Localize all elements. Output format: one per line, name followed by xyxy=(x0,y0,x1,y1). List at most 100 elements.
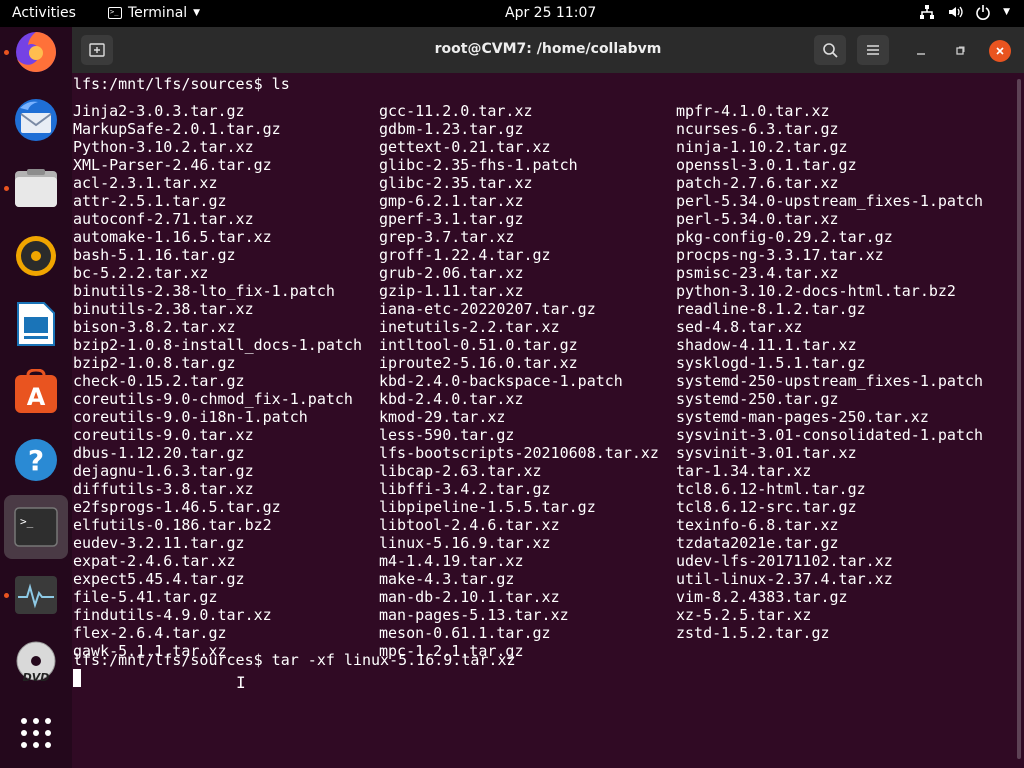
system-tray[interactable]: ▼ xyxy=(919,4,1010,20)
file-entry: file-5.41.tar.gz xyxy=(73,588,218,606)
file-entry: dbus-1.12.20.tar.gz xyxy=(73,444,245,462)
file-entry: libcap-2.63.tar.xz xyxy=(379,462,542,480)
file-entry: kmod-29.tar.xz xyxy=(379,408,506,426)
file-entry: m4-1.4.19.tar.xz xyxy=(379,552,524,570)
file-entry: acl-2.3.1.tar.xz xyxy=(73,174,218,192)
file-entry: dejagnu-1.6.3.tar.gz xyxy=(73,462,254,480)
file-entry: gmp-6.2.1.tar.xz xyxy=(379,192,524,210)
file-entry: gzip-1.11.tar.xz xyxy=(379,282,524,300)
file-entry: tcl8.6.12-src.tar.gz xyxy=(676,498,857,516)
file-entry: meson-0.61.1.tar.gz xyxy=(379,624,551,642)
hamburger-menu-icon xyxy=(867,45,879,55)
file-entry: bc-5.2.2.tar.xz xyxy=(73,264,209,282)
file-entry: kbd-2.4.0.tar.xz xyxy=(379,390,524,408)
terminal-app-icon: >_ xyxy=(108,7,122,19)
file-entry: expect5.45.4.tar.gz xyxy=(73,570,245,588)
file-entry: lfs-bootscripts-20210608.tar.xz xyxy=(379,444,659,462)
file-entry: gcc-11.2.0.tar.xz xyxy=(379,102,533,120)
file-entry: tcl8.6.12-html.tar.gz xyxy=(676,480,866,498)
app-menu[interactable]: >_ Terminal ▼ xyxy=(108,5,200,21)
file-entry: iana-etc-20220207.tar.gz xyxy=(379,300,596,318)
file-entry: gdbm-1.23.tar.gz xyxy=(379,120,524,138)
search-icon xyxy=(823,43,838,58)
file-entry: inetutils-2.2.tar.xz xyxy=(379,318,560,336)
file-entry: openssl-3.0.1.tar.gz xyxy=(676,156,857,174)
thunderbird-icon[interactable] xyxy=(4,88,68,152)
file-entry: sysvinit-3.01-consolidated-1.patch xyxy=(676,426,984,444)
file-entry: tar-1.34.tar.xz xyxy=(676,462,812,480)
firefox-icon[interactable] xyxy=(4,20,68,84)
file-entry: bison-3.8.2.tar.xz xyxy=(73,318,236,336)
software-center-icon[interactable]: A xyxy=(4,360,68,424)
file-entry: Jinja2-3.0.3.tar.gz xyxy=(73,102,245,120)
title-bar[interactable]: root@CVM7: /home/collabvm xyxy=(72,27,1024,73)
rhythmbox-icon[interactable] xyxy=(4,224,68,288)
dvd-icon[interactable]: DVD xyxy=(4,631,68,695)
file-entry: psmisc-23.4.tar.xz xyxy=(676,264,839,282)
file-entry: shadow-4.11.1.tar.xz xyxy=(676,336,857,354)
file-entry: systemd-250-upstream_fixes-1.patch xyxy=(676,372,984,390)
file-entry: linux-5.16.9.tar.xz xyxy=(379,534,551,552)
libreoffice-impress-icon[interactable] xyxy=(4,292,68,356)
file-entry: patch-2.7.6.tar.xz xyxy=(676,174,839,192)
file-entry: bzip2-1.0.8-install_docs-1.patch xyxy=(73,336,362,354)
search-button[interactable] xyxy=(814,35,846,65)
file-entry: make-4.3.tar.gz xyxy=(379,570,515,588)
activities-button[interactable]: Activities xyxy=(12,5,76,21)
file-entry: glibc-2.35-fhs-1.patch xyxy=(379,156,578,174)
menu-button[interactable] xyxy=(857,35,889,65)
file-entry: iproute2-5.16.0.tar.xz xyxy=(379,354,578,372)
files-icon[interactable] xyxy=(4,156,68,220)
file-entry: sysklogd-1.5.1.tar.gz xyxy=(676,354,866,372)
svg-text:DVD: DVD xyxy=(23,671,50,684)
svg-text:?: ? xyxy=(28,444,44,477)
minimize-button[interactable] xyxy=(910,40,932,62)
maximize-button[interactable] xyxy=(949,40,971,62)
file-entry: libffi-3.4.2.tar.gz xyxy=(379,480,551,498)
ls-column-2: gcc-11.2.0.tar.xz gdbm-1.23.tar.gz gettext… xyxy=(379,102,659,660)
network-icon xyxy=(920,5,935,19)
file-entry: autoconf-2.71.tar.xz xyxy=(73,210,254,228)
file-entry: intltool-0.51.0.tar.gz xyxy=(379,336,578,354)
close-button[interactable] xyxy=(989,40,1011,62)
file-entry: binutils-2.38-lto_fix-1.patch xyxy=(73,282,335,300)
file-entry: bzip2-1.0.8.tar.gz xyxy=(73,354,236,372)
file-entry: gperf-3.1.tar.gz xyxy=(379,210,524,228)
file-entry: libpipeline-1.5.5.tar.gz xyxy=(379,498,596,516)
file-entry: less-590.tar.gz xyxy=(379,426,515,444)
file-entry: findutils-4.9.0.tar.xz xyxy=(73,606,272,624)
text-cursor xyxy=(73,669,81,687)
file-entry: procps-ng-3.3.17.tar.xz xyxy=(676,246,884,264)
file-entry: util-linux-2.37.4.tar.xz xyxy=(676,570,893,588)
scrollbar[interactable] xyxy=(1016,79,1022,759)
file-entry: readline-8.1.2.tar.gz xyxy=(676,300,866,318)
system-monitor-icon[interactable] xyxy=(4,563,68,627)
dock: A ? >_ DVD xyxy=(0,27,72,768)
scrollbar-thumb[interactable] xyxy=(1017,79,1021,759)
file-entry: libtool-2.4.6.tar.xz xyxy=(379,516,560,534)
file-entry: eudev-3.2.11.tar.gz xyxy=(73,534,245,552)
file-entry: gettext-0.21.tar.xz xyxy=(379,138,551,156)
chevron-down-icon: ▼ xyxy=(193,8,201,18)
help-icon[interactable]: ? xyxy=(4,428,68,492)
close-icon xyxy=(996,47,1004,55)
file-entry: texinfo-6.8.tar.xz xyxy=(676,516,839,534)
file-entry: pkg-config-0.29.2.tar.gz xyxy=(676,228,893,246)
file-entry: automake-1.16.5.tar.xz xyxy=(73,228,272,246)
file-entry: perl-5.34.0.tar.xz xyxy=(676,210,839,228)
terminal-icon[interactable]: >_ xyxy=(4,495,68,559)
show-applications-icon[interactable] xyxy=(4,701,68,765)
file-entry: mpfr-4.1.0.tar.xz xyxy=(676,102,830,120)
clock[interactable]: Apr 25 11:07 xyxy=(505,5,596,21)
file-entry: python-3.10.2-docs-html.tar.bz2 xyxy=(676,282,956,300)
file-entry: perl-5.34.0-upstream_fixes-1.patch xyxy=(676,192,984,210)
chevron-down-icon: ▼ xyxy=(1003,7,1010,17)
terminal-output[interactable]: lfs:/mnt/lfs/sources$ ls Jinja2-3.0.3.ta… xyxy=(72,73,1016,768)
file-entry: systemd-man-pages-250.tar.xz xyxy=(676,408,929,426)
ls-column-3: mpfr-4.1.0.tar.xz ncurses-6.3.tar.gz ninja… xyxy=(676,102,983,642)
file-entry: bash-5.1.16.tar.gz xyxy=(73,246,236,264)
file-entry: man-pages-5.13.tar.xz xyxy=(379,606,569,624)
file-entry: groff-1.22.4.tar.gz xyxy=(379,246,551,264)
file-entry: attr-2.5.1.tar.gz xyxy=(73,192,227,210)
terminal-window: root@CVM7: /home/collabvm lfs:/mnt/lfs/s… xyxy=(72,27,1024,768)
